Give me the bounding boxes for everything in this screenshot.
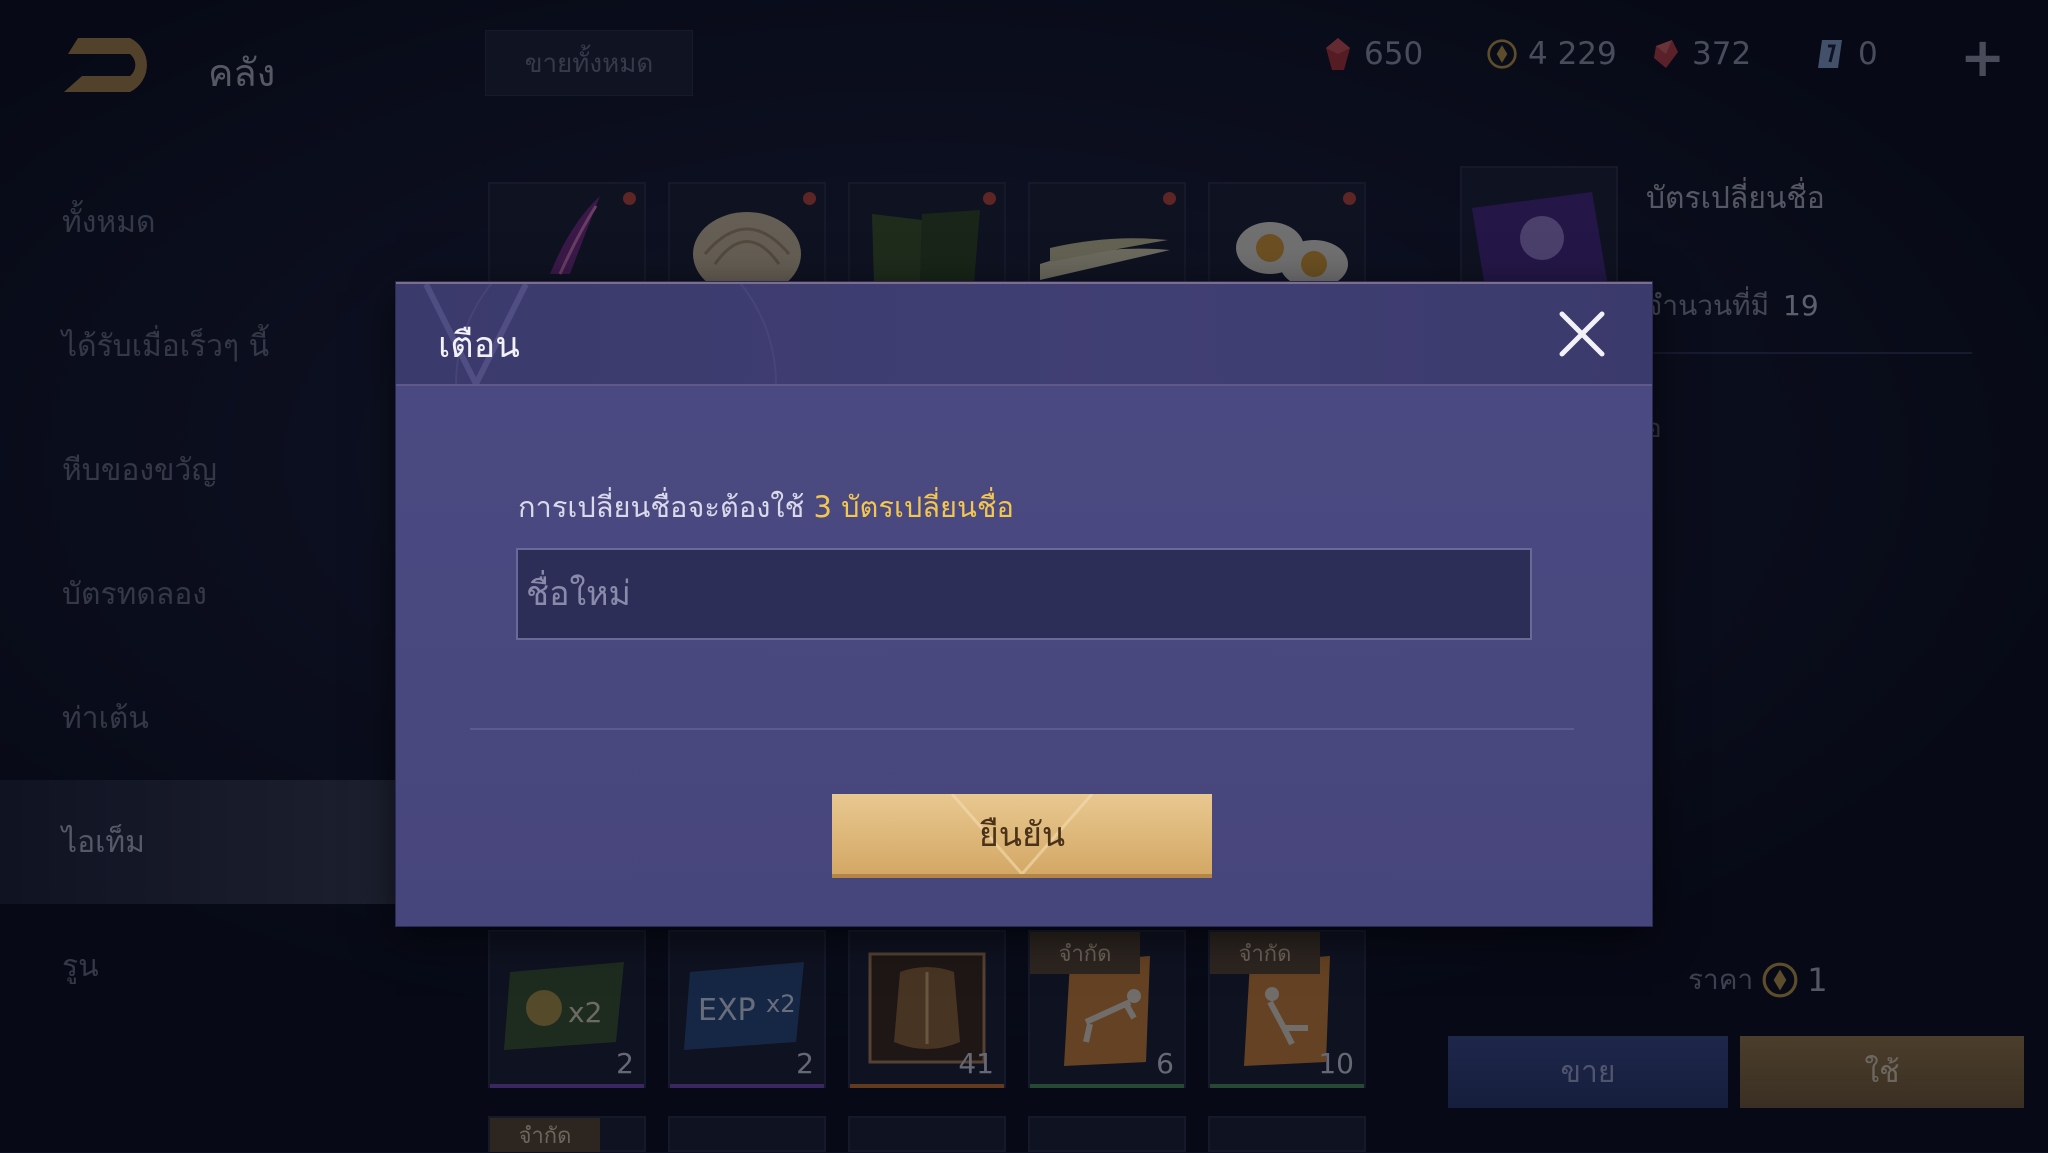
detail-count-label: จำนวนที่มี <box>1646 289 1770 322</box>
sidebar: ทั้งหมด ได้รับเมื่อเร็วๆ นี้ หีบของขวัญ … <box>0 160 395 1028</box>
dialog-title: เตือน <box>438 325 520 366</box>
add-currency-button[interactable]: + <box>1960 26 2005 89</box>
sidebar-item-gift-box[interactable]: หีบของขวัญ <box>0 408 395 532</box>
item-slot[interactable]: จำกัด <box>488 1116 646 1152</box>
dialog-message-text: การเปลี่ยนชื่อจะต้องใช้ <box>518 490 805 524</box>
limited-tag: จำกัด <box>1030 932 1140 974</box>
new-dot <box>803 192 816 205</box>
currency-voucher-value: 0 <box>1858 36 1878 72</box>
sidebar-item-emotes[interactable]: ท่าเต้น <box>0 656 395 780</box>
sidebar-item-all[interactable]: ทั้งหมด <box>0 160 395 284</box>
item-quantity: 2 <box>796 1047 814 1080</box>
rarity-underline <box>1030 1084 1184 1088</box>
currency-ruby: 372 <box>1650 32 1751 76</box>
svg-text:x2: x2 <box>568 996 602 1029</box>
rarity-underline <box>670 1084 824 1088</box>
confirm-label: ยืนยัน <box>978 815 1066 855</box>
limited-tag: จำกัด <box>1210 932 1320 974</box>
currency-red-gem: 650 <box>1322 32 1423 76</box>
seaweed-icon <box>872 210 980 284</box>
sidebar-item-recent[interactable]: ได้รับเมื่อเร็วๆ นี้ <box>0 284 395 408</box>
currency-red-gem-value: 650 <box>1364 36 1424 72</box>
item-slot[interactable]: EXP x2 2 <box>668 930 826 1088</box>
confirm-button[interactable]: ยืนยัน <box>832 794 1212 878</box>
ruby-icon <box>1654 40 1678 68</box>
rarity-underline <box>490 1084 644 1088</box>
warning-dialog: เตือน การเปลี่ยนชื่อจะต้องใช้ 3 บัตรเปลี… <box>396 282 1652 926</box>
sidebar-item-label: ท่าเต้น <box>62 700 149 736</box>
sell-button[interactable]: ขาย <box>1448 1036 1728 1108</box>
dialog-message: การเปลี่ยนชื่อจะต้องใช้ 3 บัตรเปลี่ยนชื่… <box>518 484 1014 530</box>
back-arrow-icon[interactable] <box>60 30 170 100</box>
currency-voucher: 0 <box>1816 32 1878 76</box>
dialog-divider <box>470 728 1574 730</box>
item-slot[interactable] <box>1208 1116 1366 1152</box>
gold-coin-icon <box>1487 39 1517 69</box>
item-slot[interactable] <box>1028 1116 1186 1152</box>
price-label: ราคา <box>1688 963 1754 996</box>
sidebar-item-label: ไอเท็ม <box>62 824 145 860</box>
sidebar-item-runes[interactable]: รูน <box>0 904 395 1028</box>
sidebar-item-label: ทั้งหมด <box>62 204 156 240</box>
item-slot[interactable] <box>668 1116 826 1152</box>
bamboo-shoots-icon <box>1040 238 1170 280</box>
currency-gold-coin: 4 229 <box>1486 32 1617 76</box>
new-dot <box>623 192 636 205</box>
currency-ruby-value: 372 <box>1692 36 1752 72</box>
dialog-header: เตือน <box>396 284 1652 386</box>
sidebar-item-label: หีบของขวัญ <box>62 452 217 488</box>
currency-gold-coin-value: 4 229 <box>1528 36 1617 72</box>
use-button[interactable]: ใช้ <box>1740 1036 2024 1108</box>
detail-price: ราคา 1 <box>1688 958 1828 1002</box>
item-quantity: 10 <box>1318 1047 1354 1080</box>
red-gem-icon <box>1326 38 1350 70</box>
sidebar-item-items[interactable]: ไอเท็ม <box>0 780 395 904</box>
new-name-input[interactable] <box>516 548 1532 640</box>
rarity-underline <box>1210 1084 1364 1088</box>
item-slot[interactable] <box>848 1116 1006 1152</box>
page-title: คลัง <box>208 51 276 95</box>
noodles-icon <box>693 212 801 296</box>
detail-item-name: บัตรเปลี่ยนชื่อ <box>1646 181 1825 216</box>
detail-divider <box>1646 352 1972 354</box>
sidebar-item-label: รูน <box>62 948 99 984</box>
close-icon[interactable] <box>1556 308 1608 360</box>
item-slot[interactable]: จำกัด 6 <box>1028 930 1186 1088</box>
item-quantity: 2 <box>616 1047 634 1080</box>
boiled-egg-icon <box>1236 222 1348 288</box>
sell-all-button[interactable]: ขายทั้งหมด <box>485 30 693 96</box>
sidebar-item-trial-cards[interactable]: บัตรทดลอง <box>0 532 395 656</box>
purple-weapon-icon <box>550 196 600 275</box>
new-dot <box>1163 192 1176 205</box>
new-dot <box>1343 192 1356 205</box>
sidebar-item-label: บัตรทดลอง <box>62 576 207 612</box>
item-quantity: 41 <box>958 1047 994 1080</box>
limited-tag: จำกัด <box>490 1118 600 1152</box>
item-slot[interactable]: จำกัด 10 <box>1208 930 1366 1088</box>
svg-text:EXP: EXP <box>698 993 756 1028</box>
name-change-card-icon <box>1472 192 1608 294</box>
detail-item-icon <box>1460 166 1618 296</box>
item-slot[interactable]: x2 2 <box>488 930 646 1088</box>
svg-text:x2: x2 <box>766 990 795 1018</box>
dialog-message-highlight: 3 บัตรเปลี่ยนชื่อ <box>813 490 1014 524</box>
item-quantity: 6 <box>1156 1047 1174 1080</box>
detail-count-value: 19 <box>1783 289 1819 322</box>
gold-coin-icon <box>1762 962 1798 998</box>
rarity-underline <box>850 1084 1004 1088</box>
voucher-icon <box>1818 40 1842 68</box>
price-value: 1 <box>1807 961 1828 999</box>
sidebar-item-label: ได้รับเมื่อเร็วๆ นี้ <box>62 328 270 364</box>
item-slot[interactable]: 41 <box>848 930 1006 1088</box>
new-dot <box>983 192 996 205</box>
detail-item-count: จำนวนที่มี 19 <box>1646 284 1819 328</box>
